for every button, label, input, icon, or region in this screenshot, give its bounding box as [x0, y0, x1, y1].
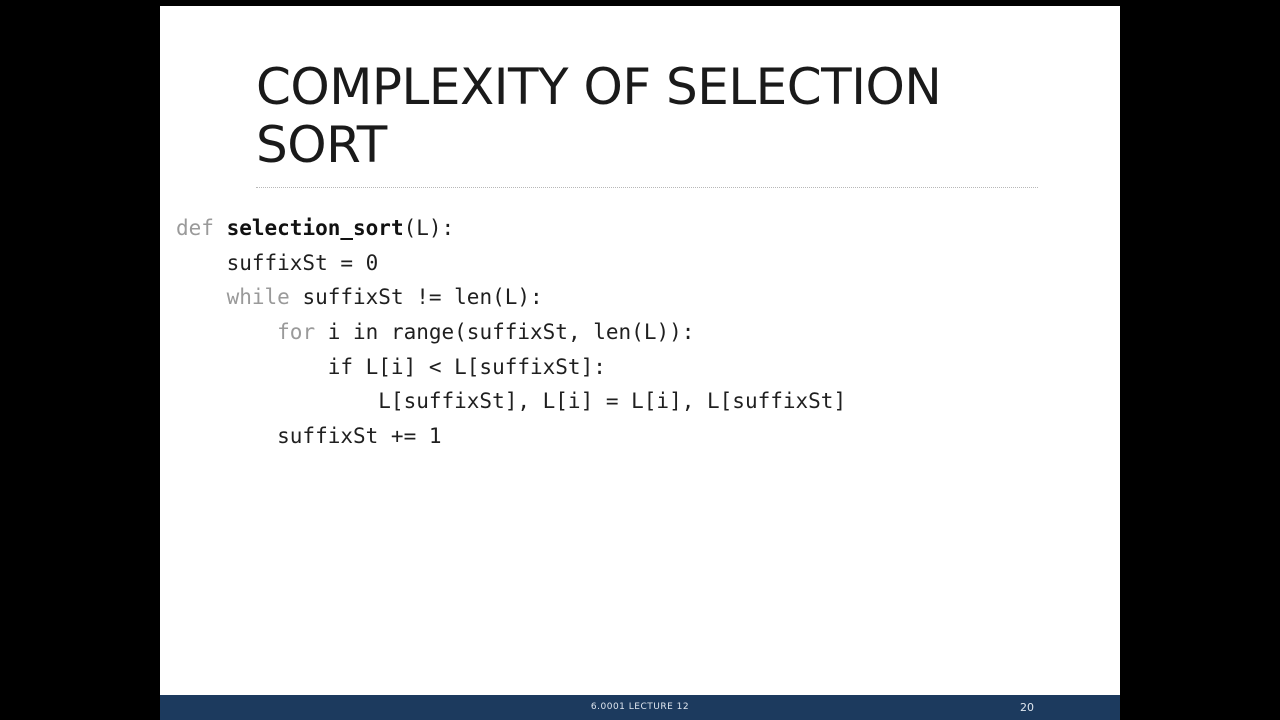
code-block: def selection_sort(L): suffixSt = 0 whil… [176, 211, 846, 454]
function-params: (L): [403, 216, 455, 240]
code-line-7: suffixSt += 1 [176, 424, 442, 449]
page-number: 20 [1020, 701, 1034, 714]
code-line-3: while suffixSt != len(L): [176, 280, 846, 315]
slide-title-line1: COMPLEXITY OF SELECTION [256, 58, 942, 116]
title-divider [256, 187, 1038, 188]
footer-bar: 6.0001 LECTURE 12 20 [160, 695, 1120, 720]
slide: COMPLEXITY OF SELECTION SORT def selectio… [160, 6, 1120, 720]
slide-title: COMPLEXITY OF SELECTION SORT [256, 58, 1056, 174]
for-clause: i in range(suffixSt, len(L)): [315, 320, 695, 345]
while-condition: suffixSt != len(L): [289, 285, 543, 310]
footer-label: 6.0001 LECTURE 12 [590, 702, 690, 712]
keyword-def: def [176, 216, 214, 240]
code-line-1: def selection_sort(L): [176, 211, 846, 246]
slide-title-line2: SORT [256, 116, 387, 174]
code-line-4: for i in range(suffixSt, len(L)): [176, 315, 846, 350]
function-name: selection_sort [226, 216, 404, 240]
code-line-2: suffixSt = 0 [176, 250, 379, 275]
code-line-5: if L[i] < L[suffixSt]: [176, 354, 606, 379]
code-line-6: L[suffixSt], L[i] = L[i], L[suffixSt] [176, 389, 847, 414]
keyword-while: while [226, 285, 290, 310]
keyword-for: for [277, 320, 316, 345]
